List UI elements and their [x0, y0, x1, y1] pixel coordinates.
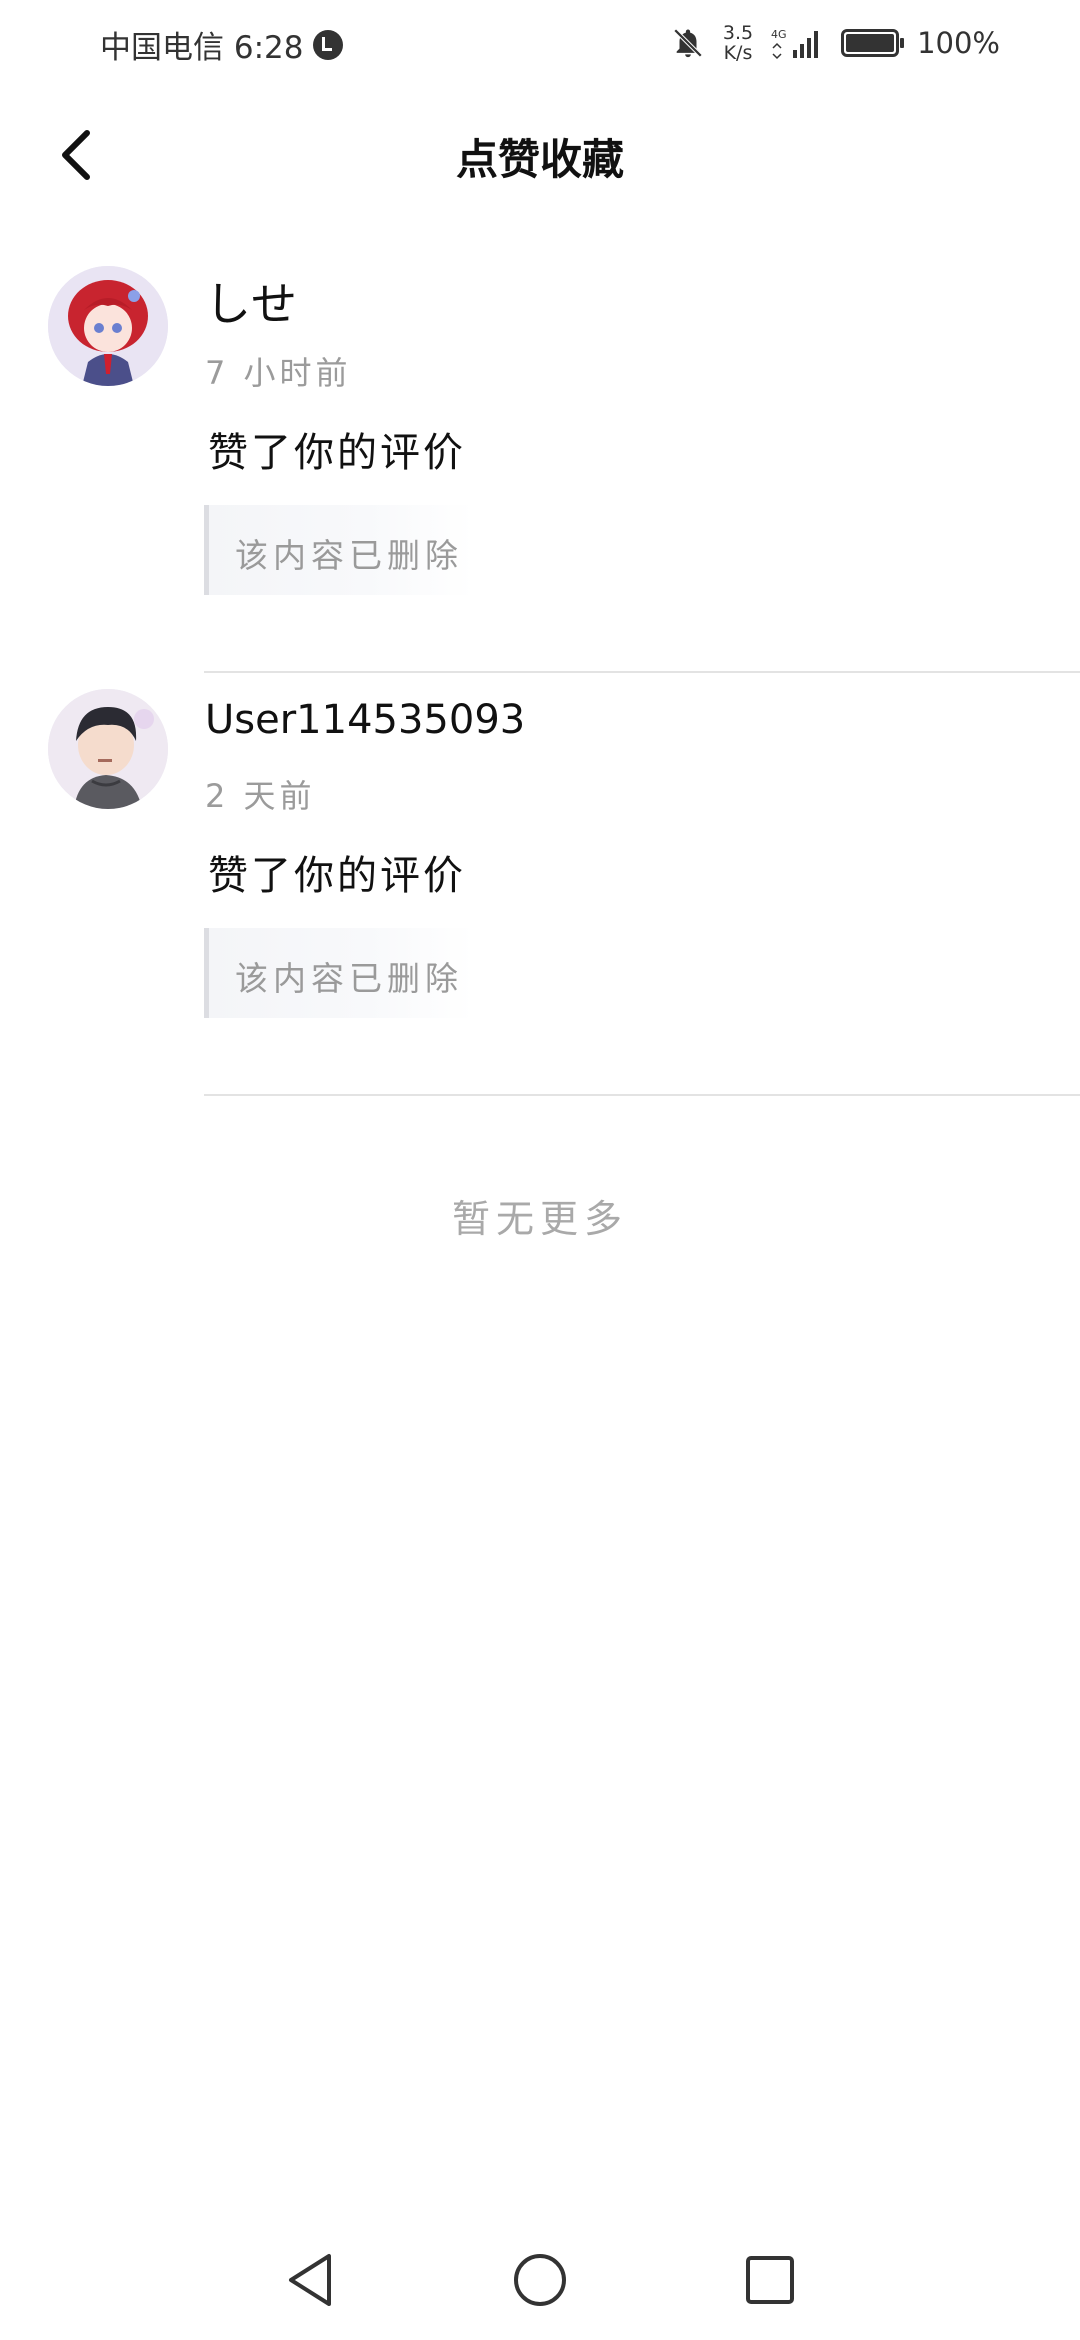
net-speed: 3.5 K/s	[723, 23, 753, 63]
nav-recent-button[interactable]	[730, 2240, 810, 2320]
divider	[204, 1094, 1080, 1096]
avatar[interactable]	[48, 266, 168, 386]
battery-percent: 100%	[917, 26, 1000, 60]
battery-icon	[841, 29, 905, 57]
nav-back-icon	[289, 2254, 331, 2306]
quoted-content-box[interactable]: 该内容已删除	[204, 928, 474, 1018]
no-more-text: 暂无更多	[451, 1197, 628, 1241]
status-right: 3.5 K/s 4G 100%	[671, 18, 1000, 68]
nav-recent-icon	[746, 2256, 794, 2304]
net-speed-value: 3.5	[722, 22, 754, 44]
network-type: 4G	[771, 28, 787, 41]
nav-home-button[interactable]	[500, 2240, 580, 2320]
action-text: 赞了你的评价	[208, 430, 466, 476]
bell-off-icon	[673, 28, 703, 58]
carrier-time: 中国电信 6:28	[100, 30, 304, 66]
user-name[interactable]: User114535093	[205, 697, 525, 743]
action-text: 赞了你的评价	[208, 853, 466, 899]
quoted-content-text: 该内容已删除	[235, 959, 463, 998]
avatar-dark-hair-boy-icon	[48, 689, 168, 809]
notification-list: しせ 7 小时前 赞了你的评价 该内容已删除 User114535093 2 天…	[0, 250, 1080, 1096]
time-text: 7 小时前	[205, 354, 352, 392]
quoted-content-text: 该内容已删除	[235, 536, 463, 575]
user-name[interactable]: しせ	[205, 268, 297, 334]
notification-item[interactable]: User114535093 2 天前 赞了你的评价 该内容已删除	[0, 673, 1080, 1096]
navigation-bar	[0, 2220, 1080, 2340]
status-bar: 中国电信 6:28 3.5 K/s 4G 100%	[0, 0, 1080, 90]
notification-item[interactable]: しせ 7 小时前 赞了你的评价 该内容已删除	[0, 250, 1080, 673]
signal-icon: 4G	[771, 28, 819, 60]
time-text: 2 天前	[205, 777, 316, 815]
status-left: 中国电信 6:28	[100, 22, 344, 67]
alarm-icon	[313, 29, 344, 60]
header: 点赞收藏	[0, 100, 1080, 210]
avatar-red-hair-girl-icon	[48, 266, 168, 386]
quoted-content-box[interactable]: 该内容已删除	[204, 505, 474, 595]
nav-home-icon	[514, 2254, 566, 2306]
nav-back-button[interactable]	[270, 2240, 350, 2320]
avatar[interactable]	[48, 689, 168, 809]
page-title: 点赞收藏	[455, 135, 624, 184]
net-speed-unit: K/s	[723, 42, 753, 64]
